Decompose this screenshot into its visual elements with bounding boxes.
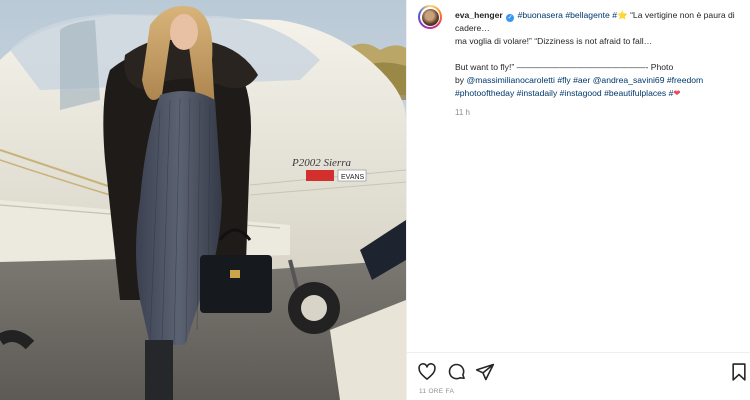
photo-scene: P2002 Sierra EVANS [0,0,406,400]
caption-text-3: But want to fly!” ———————————————- Photo [455,62,674,72]
post-caption-area: eva_henger ✓ #buonasera #bellagente #⭐ “… [407,0,750,117]
hashtag-beautifulplaces[interactable]: #beautifulplaces [604,88,666,98]
hashtag-aer[interactable]: #aer [573,75,590,85]
post-sidebar: eva_henger ✓ #buonasera #bellagente #⭐ “… [406,0,750,400]
plane-red-badge [306,170,334,181]
heart-icon[interactable] [417,362,437,382]
caption-by: by [455,75,467,85]
hashtag-freedom[interactable]: #freedom [667,75,703,85]
divider [407,352,750,353]
hashtag-buonasera[interactable]: #buonasera [518,10,563,20]
comment-icon[interactable] [447,362,467,382]
post-timestamp: 11 ORE FA [419,388,455,395]
post-caption: eva_henger ✓ #buonasera #bellagente #⭐ “… [455,9,747,100]
hashtag-bellagente[interactable]: #bellagente [565,10,609,20]
bookmark-icon[interactable] [729,362,749,382]
post-photo[interactable]: P2002 Sierra EVANS [0,0,406,400]
hashtag-instagood[interactable]: #instagood [560,88,602,98]
plane-evans-text: EVANS [341,174,365,181]
action-bar [407,358,750,384]
comment-time: 11 h [455,108,470,117]
star-icon: ⭐ [616,10,628,20]
plane-model-text: P2002 Sierra [291,157,351,169]
mention-massimilianocaroletti[interactable]: @massimilianocaroletti [466,75,554,85]
heart-emoji-icon: ❤ [673,88,681,98]
hashtag-fly[interactable]: #fly [557,75,570,85]
caption-text-2: ma voglia di volare!” “Dizziness is not … [455,36,653,46]
verified-icon: ✓ [506,14,515,22]
share-icon[interactable] [475,362,495,382]
username-link[interactable]: eva_henger [455,10,503,20]
hashtag-photooftheday[interactable]: #photooftheday [455,88,514,98]
hashtag-instadaily[interactable]: #instadaily [517,88,558,98]
mention-andrea-savini69[interactable]: @andrea_savini69 [593,75,665,85]
avatar[interactable] [418,5,442,29]
avatar-image [421,8,439,26]
